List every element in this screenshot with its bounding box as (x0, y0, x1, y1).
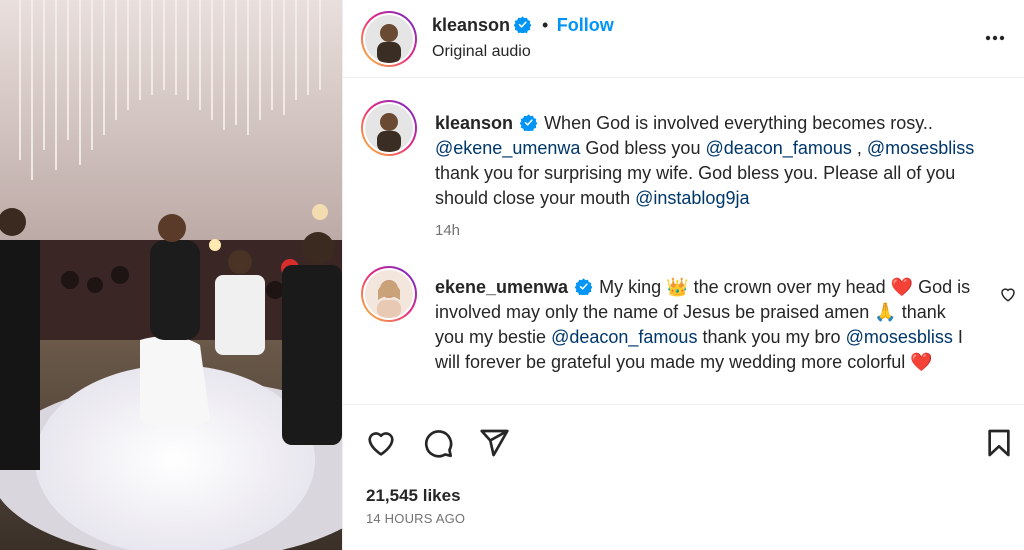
caption-text-1: When God is involved everything becomes … (544, 113, 933, 133)
post-header: kleanson • Follow Original audio (343, 0, 1024, 78)
mention-link[interactable]: @ekene_umenwa (435, 138, 580, 158)
caption-text-3: , (856, 138, 862, 158)
commenter-avatar[interactable] (361, 266, 417, 322)
comment-author[interactable]: ekene_umenwa (435, 277, 568, 297)
header-separator: • (541, 15, 549, 35)
comment-text-5: thank you my bro (702, 327, 841, 347)
mention-link[interactable]: @mosesbliss (846, 327, 953, 347)
follow-button[interactable]: Follow (557, 15, 614, 35)
author-username[interactable]: kleanson (432, 15, 510, 35)
heart-icon[interactable] (365, 427, 397, 459)
avatar-photo (365, 104, 413, 152)
wedding-scene-image (0, 0, 342, 550)
avatar-photo (365, 270, 413, 318)
mention-link[interactable]: @instablog9ja (635, 188, 749, 208)
post-timestamp[interactable]: 14 HOURS AGO (366, 511, 465, 526)
audio-label[interactable]: Original audio (432, 43, 531, 61)
avatar-photo (365, 15, 413, 63)
caption-timestamp[interactable]: 14h (435, 222, 460, 239)
comment-text: ekene_umenwa My king 👑 the crown over my… (435, 275, 975, 375)
comment-text-1: My king (599, 277, 662, 297)
caption-author-avatar[interactable] (361, 100, 417, 156)
mention-link[interactable]: @mosesbliss (867, 138, 974, 158)
comment-icon[interactable] (422, 427, 454, 459)
caption-text-2: God bless you (585, 138, 701, 158)
like-count[interactable]: 21,545 likes (366, 486, 461, 506)
pray-emoji: 🙏 (874, 302, 897, 322)
heart-emoji: ❤️ (890, 277, 914, 297)
post-video[interactable] (0, 0, 342, 550)
mention-link[interactable]: @deacon_famous (705, 138, 851, 158)
verified-badge-icon (514, 16, 532, 33)
share-icon[interactable] (478, 427, 510, 459)
comment-text-2: the crown over my head (693, 277, 886, 297)
verified-badge-icon (520, 114, 538, 131)
crown-emoji: 👑 (666, 277, 689, 297)
bookmark-icon[interactable] (983, 427, 1015, 459)
caption-text: kleanson When God is involved everything… (435, 111, 975, 211)
mention-link[interactable]: @deacon_famous (551, 327, 697, 347)
author-avatar[interactable] (361, 11, 417, 67)
heart-emoji: ❤️ (910, 352, 933, 372)
post-details-panel: kleanson • Follow Original audio kleanso… (342, 0, 1024, 550)
action-bar (343, 404, 1024, 550)
more-options-icon[interactable] (983, 26, 1007, 50)
caption-author[interactable]: kleanson (435, 113, 513, 133)
comment-like-heart-icon[interactable] (999, 285, 1017, 303)
verified-badge-icon (575, 278, 593, 295)
